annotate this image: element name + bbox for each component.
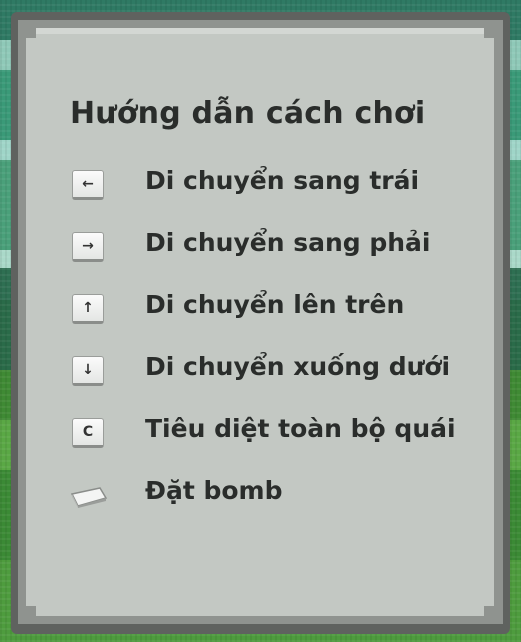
panel-corner [26, 28, 36, 38]
control-row-place-bomb: Đặt bomb [70, 474, 490, 514]
control-row-kill-all: C Tiêu diệt toàn bộ quái [70, 412, 490, 452]
spacebar-key-icon [70, 487, 108, 508]
control-label: Đặt bomb [145, 476, 283, 505]
control-row-move-right: → Di chuyển sang phải [70, 226, 490, 266]
control-label: Di chuyển sang trái [145, 166, 420, 195]
panel-title: Hướng dẫn cách chơi [70, 96, 426, 131]
arrow-left-key-icon: ← [72, 170, 104, 200]
arrow-down-key-icon: ↓ [72, 356, 104, 386]
arrow-right-key-icon: → [72, 232, 104, 262]
panel-corner [26, 606, 36, 616]
arrow-up-key-icon: ↑ [72, 294, 104, 324]
control-label: Di chuyển xuống dưới [145, 352, 451, 381]
c-key-icon: C [72, 418, 104, 448]
control-row-move-down: ↓ Di chuyển xuống dưới [70, 350, 490, 390]
panel-highlight [26, 28, 494, 34]
control-label: Di chuyển sang phải [145, 228, 431, 257]
panel-corner [484, 606, 494, 616]
control-label: Di chuyển lên trên [145, 290, 405, 319]
control-row-move-up: ↑ Di chuyển lên trên [70, 288, 490, 328]
control-row-move-left: ← Di chuyển sang trái [70, 164, 490, 204]
panel-corner [484, 28, 494, 38]
control-label: Tiêu diệt toàn bộ quái [145, 414, 456, 443]
